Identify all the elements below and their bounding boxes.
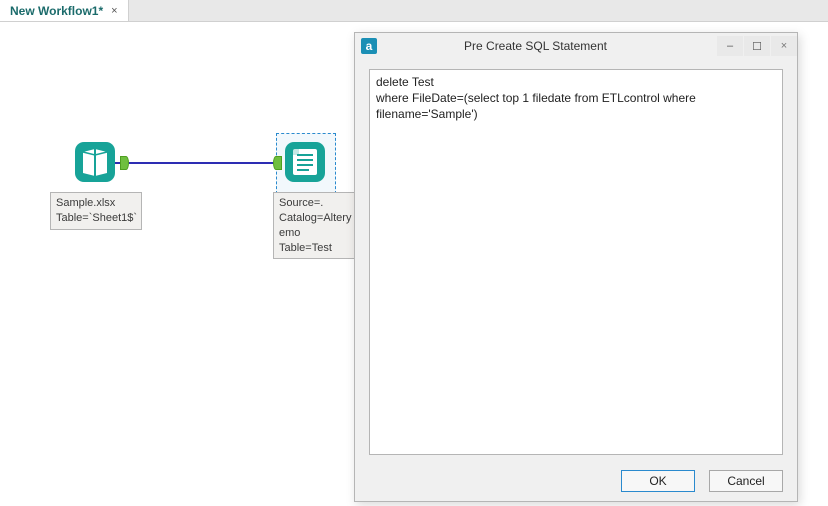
output-data-icon: [283, 140, 327, 184]
sql-statement-textarea[interactable]: [369, 69, 783, 455]
workflow-tab[interactable]: New Workflow1* ×: [0, 0, 129, 21]
dialog-body: [355, 59, 797, 461]
tab-bar: New Workflow1* ×: [0, 0, 828, 22]
output-data-node[interactable]: Source=. Catalog=Altery emo Table=Test: [273, 140, 365, 259]
maximize-button[interactable]: ☐: [744, 36, 770, 56]
output-node-label: Source=. Catalog=Altery emo Table=Test: [273, 192, 365, 259]
dialog-title: Pre Create SQL Statement: [381, 39, 716, 53]
ok-button[interactable]: OK: [621, 470, 695, 492]
close-dialog-button[interactable]: ×: [771, 36, 797, 56]
app-icon: a: [361, 38, 377, 54]
input-anchor[interactable]: [273, 156, 282, 170]
input-data-node[interactable]: Sample.xlsx Table=`Sheet1$`: [50, 140, 142, 230]
dialog-titlebar[interactable]: a Pre Create SQL Statement – ☐ ×: [355, 33, 797, 59]
minimize-button[interactable]: –: [717, 36, 743, 56]
workflow-tab-title: New Workflow1*: [10, 4, 103, 18]
pre-create-sql-dialog: a Pre Create SQL Statement – ☐ × OK Canc…: [354, 32, 798, 502]
close-tab-icon[interactable]: ×: [111, 5, 117, 17]
cancel-button[interactable]: Cancel: [709, 470, 783, 492]
output-anchor[interactable]: [120, 156, 129, 170]
dialog-button-row: OK Cancel: [355, 461, 797, 501]
input-data-icon: [73, 140, 117, 184]
input-node-label: Sample.xlsx Table=`Sheet1$`: [50, 192, 142, 230]
